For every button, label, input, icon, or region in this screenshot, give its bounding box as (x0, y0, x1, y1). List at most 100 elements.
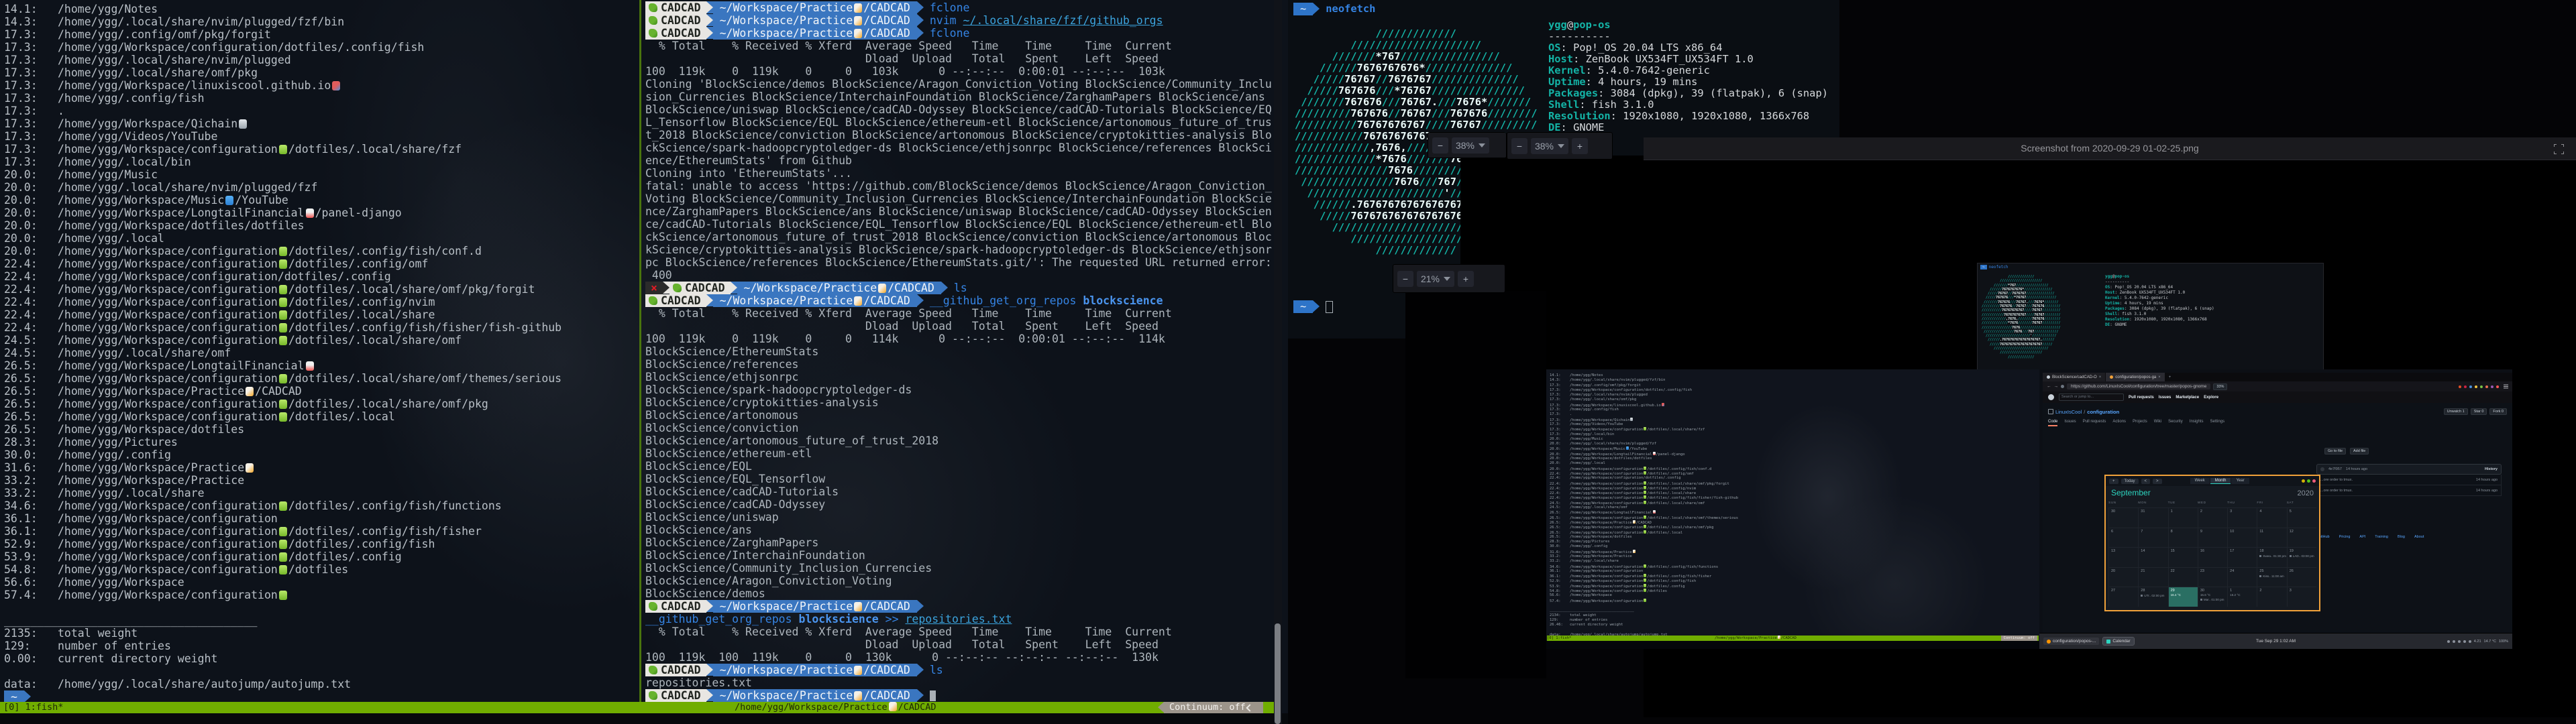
zoom-in-button[interactable]: + (1572, 138, 1588, 154)
calendar-day-cell[interactable]: 17 (2227, 547, 2257, 567)
calendar-day-cell[interactable]: 5 (2287, 507, 2316, 528)
footer-link[interactable]: About (2414, 535, 2424, 539)
calendar-day-cell[interactable]: 25Kiss.. 11:00 am (2257, 567, 2286, 587)
repo-tab[interactable]: Settings (2210, 420, 2224, 426)
calendar-day-cell[interactable]: 20 (2108, 567, 2138, 587)
status-text: 100% (2499, 640, 2508, 644)
calendar-control-button[interactable]: + (2109, 479, 2118, 484)
repo-action-button[interactable]: Unwatch 1 (2444, 408, 2468, 415)
calendar-day-cell[interactable]: 19LAD.. 03:00 pm (2287, 547, 2316, 567)
repo-action-button[interactable]: Star 0 (2471, 408, 2487, 415)
calendar-day-cell[interactable]: 3015.6 °CMar.. 01:00 pm (2198, 587, 2227, 607)
calendar-day-cell[interactable]: 9 (2198, 528, 2227, 548)
calendar-day-cell[interactable]: 10 (2227, 528, 2257, 548)
calendar-view-week[interactable]: Week (2190, 478, 2210, 484)
calendar-day-cell[interactable]: 22 (2168, 567, 2198, 587)
repo-tab[interactable]: Security (2168, 420, 2183, 426)
footer-link[interactable]: API (2359, 535, 2365, 539)
zoom-out-button[interactable]: − (1397, 271, 1413, 287)
scrollbar-thumb[interactable] (1275, 623, 1281, 724)
calendar-day-cell[interactable]: 30 (2108, 507, 2138, 528)
calendar-day-cell[interactable]: 26 (2287, 567, 2316, 587)
calendar-view-month[interactable]: Month (2210, 478, 2231, 484)
footer-link[interactable]: Training (2375, 535, 2388, 539)
calendar-day-cell[interactable]: 3 (2287, 587, 2316, 607)
repo-tab[interactable]: Wiki (2154, 420, 2161, 426)
footer-link[interactable]: Blog (2398, 535, 2405, 539)
calendar-control-button[interactable]: < (2141, 479, 2151, 484)
screenshot-image-neofetch: ~neofetch ///////////// ////////////////… (1977, 263, 2324, 371)
tab-close-icon[interactable]: × (2158, 375, 2161, 379)
calendar-day-cell[interactable]: 14 (2138, 547, 2167, 567)
calendar-day-cell[interactable]: 2 (2257, 587, 2286, 607)
calendar-day-cell[interactable]: 4 (2257, 507, 2286, 528)
entry-path: /home/ygg/Workspace/configuration (1570, 569, 1643, 573)
tmux-pane-git[interactable]: CADCAD~/Workspace/Practice/CADCADfcloneC… (641, 0, 1275, 702)
calendar-day-cell[interactable]: 21 (2138, 567, 2167, 587)
calendar-day-cell[interactable]: 6 (2108, 528, 2138, 548)
entry-path: /home/ygg/Workspace/configuration/dotfil… (58, 410, 395, 423)
screenshot-viewer-window[interactable]: 14.1:/home/ygg/Notes14.3:/home/ygg/.loca… (1546, 369, 2512, 649)
calendar-view-year[interactable]: Year (2231, 478, 2249, 484)
repo-tab[interactable]: Issues (2064, 420, 2076, 426)
repo-action-button[interactable]: Fork 0 (2489, 408, 2507, 415)
calendar-day-cell[interactable]: 24 (2227, 567, 2257, 587)
new-tab-button[interactable]: + (2165, 373, 2175, 381)
calendar-day-cell[interactable]: 12 (2287, 528, 2316, 548)
autojump-entry: 20.0:/home/ygg/Workspace/LongtailFinanci… (1550, 452, 1738, 457)
zoom-level-dropdown[interactable]: 38% (1452, 137, 1489, 154)
calendar-day-cell[interactable]: 7 (2138, 528, 2167, 548)
repo-tab[interactable]: Projects (2133, 420, 2147, 426)
calendar-day-cell[interactable]: 18Swea.. 01:30 pm (2257, 547, 2286, 567)
calendar-control-button[interactable]: > (2153, 479, 2162, 484)
calendar-day-cell[interactable]: 2 (2198, 507, 2227, 528)
calendar-day-cell[interactable]: 27 (2108, 587, 2138, 607)
zoom-out-button[interactable]: − (1432, 137, 1448, 154)
entry-path: /home/ygg/.local/share/nvim/plugged (58, 54, 291, 66)
autojump-entry: 26.5:/home/ygg/Workspace/dotfiles (1550, 535, 1738, 540)
github-nav-item[interactable]: Issues (2159, 396, 2171, 400)
calendar-day-cell[interactable]: 15 (2168, 547, 2198, 567)
browser-tab[interactable]: configuration/popos-ga× (2106, 373, 2165, 381)
calendar-day-cell[interactable]: 8 (2168, 528, 2198, 548)
calendar-day-cell[interactable]: 11 (2257, 528, 2286, 548)
calendar-day-cell[interactable]: 31 (2138, 507, 2167, 528)
repo-tab[interactable]: Code (2048, 420, 2057, 426)
zoom-in-button[interactable]: + (1458, 271, 1474, 287)
terminal-scrollbar[interactable] (1274, 0, 1282, 724)
browser-tab[interactable]: BlockScience/cadCAD-O× (2043, 373, 2105, 381)
image-viewer-content[interactable] (1405, 291, 1546, 678)
shell-prompt: ~ (4, 690, 561, 702)
flask-icon (279, 247, 287, 256)
footer-link[interactable]: Pricing (2339, 535, 2351, 539)
calendar-day-cell[interactable]: 1 (2168, 507, 2198, 528)
github-nav-item[interactable]: Pull requests (2129, 396, 2154, 400)
calendar-day-cell[interactable]: 16 (2198, 547, 2227, 567)
github-nav-item[interactable]: Marketplace (2176, 396, 2199, 400)
calendar-day-cell[interactable]: 13 (2108, 547, 2138, 567)
repo-button[interactable]: Go to file (2324, 448, 2346, 455)
tmux-pane-autojump[interactable]: 14.1:/home/ygg/Notes14.3:/home/ygg/.loca… (0, 0, 639, 702)
calendar-day-cell[interactable]: 116.2 °C (2227, 587, 2257, 607)
zoom-level-dropdown[interactable]: 21% (1417, 271, 1454, 287)
flask-icon (1644, 427, 1646, 430)
tab-close-icon[interactable]: × (2099, 375, 2102, 379)
fullscreen-icon[interactable] (2554, 144, 2564, 154)
calendar-day-cell[interactable]: 23 (2198, 567, 2227, 587)
repo-tab[interactable]: Pull requests (2083, 420, 2106, 426)
repo-button[interactable]: Add file (2350, 448, 2369, 455)
zoom-level-dropdown[interactable]: 38% (1531, 138, 1568, 154)
flask-icon (1644, 467, 1646, 470)
repo-tab[interactable]: Insights (2190, 420, 2204, 426)
calendar-day-cell[interactable]: 3 (2227, 507, 2257, 528)
calendar-control-button[interactable]: Today (2121, 479, 2139, 484)
zoom-out-button[interactable]: − (1511, 138, 1527, 154)
entry-path: /home/ygg/Workspace/configuration/dotfil… (58, 525, 482, 538)
entry-weight: 33.2: (1550, 554, 1570, 559)
calendar-day-cell[interactable]: 2916.4 °C (2168, 587, 2198, 607)
calendar-day-cell[interactable]: 28UTr.. 02:00 pm (2138, 587, 2167, 607)
repo-tab[interactable]: Actions (2112, 420, 2126, 426)
info-row: Host: ZenBook UX534FT_UX534FT 1.0 (2105, 290, 2214, 296)
github-nav-item[interactable]: Explore (2204, 396, 2218, 400)
window-titlebar[interactable]: Screenshot from 2020-09-29 01-02-25.png (1644, 137, 2576, 160)
